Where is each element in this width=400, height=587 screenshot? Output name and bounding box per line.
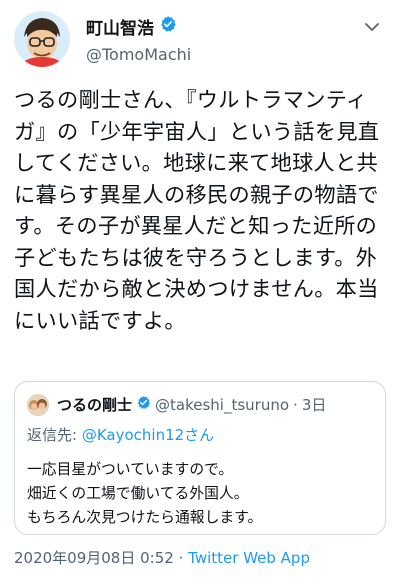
author-display-name[interactable]: 町山智浩 [86,14,177,39]
quoted-header: つるの剛士 @takeshi_tsuruno · 3日 [57,394,326,415]
quoted-text: 一応目星がついていますので。 畑近くの工場で働いてる外国人。 もちろん次見つけた… [27,458,262,530]
chevron-down-icon[interactable] [362,17,382,37]
quoted-line: 畑近くの工場で働いてる外国人。 [27,485,249,502]
author-name-text: 町山智浩 [86,19,154,39]
tweet-meta: 2020年09月08日 0:52 · Twitter Web App [14,547,310,568]
author-avatar[interactable] [14,11,70,67]
quoted-line: もちろん次見つけたら通報します。 [27,509,263,526]
reply-prefix: 返信先: [27,426,82,444]
meta-separator: · [178,549,184,567]
quoted-avatar[interactable] [27,394,49,416]
quoted-display-name[interactable]: つるの剛士 [57,394,132,415]
tweet-timestamp[interactable]: 2020年09月08日 0:52 [14,549,174,567]
tweet-text: つるの剛士さん、『ウルトラマンティガ』の「少年宇宙人」という話を見直してください… [14,87,380,333]
tweet-source[interactable]: Twitter Web App [188,549,310,567]
reply-to-link[interactable]: @Kayochin12さん [82,426,214,444]
quoted-tweet[interactable]: つるの剛士 @takeshi_tsuruno · 3日 返信先: @Kayoch… [14,381,386,535]
quoted-reply-context: 返信先: @Kayochin12さん [27,424,214,445]
quoted-time[interactable]: 3日 [302,394,327,415]
quoted-handle[interactable]: @takeshi_tsuruno [155,396,289,414]
author-handle[interactable]: @TomoMachi [86,45,191,64]
verified-badge-icon [159,15,177,38]
verified-badge-icon [136,395,151,414]
quoted-line: 一応目星がついていますので。 [27,461,234,478]
quoted-separator: · [293,395,298,414]
